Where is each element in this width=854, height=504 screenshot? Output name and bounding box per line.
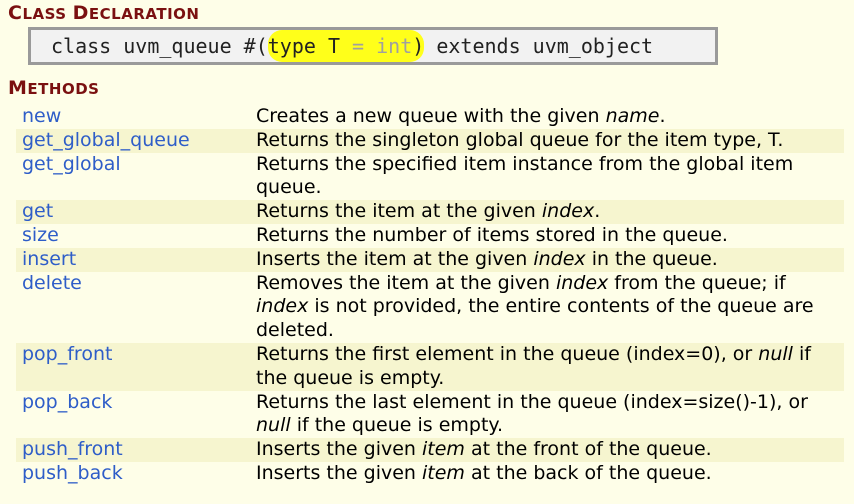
method-link-get-global[interactable]: get_global: [16, 153, 256, 201]
method-description: Inserts the given item at the front of t…: [256, 438, 712, 461]
method-link-size[interactable]: size: [16, 224, 256, 248]
method-row-delete: delete Removes the item at the given inde…: [16, 272, 844, 343]
method-description: Returns the item at the given index.: [256, 200, 601, 223]
method-description: Returns the number of items stored in th…: [256, 223, 728, 246]
method-description: Creates a new queue with the given name.: [256, 105, 666, 127]
method-description: Returns the first element in the queue (…: [256, 342, 811, 389]
type-keyword: type T: [267, 34, 340, 58]
method-link-push-back[interactable]: push_back: [16, 462, 256, 486]
method-link-get-global-queue[interactable]: get_global_queue: [16, 129, 256, 153]
method-link-push-front[interactable]: push_front: [16, 438, 256, 462]
method-description: Removes the item at the given index from…: [256, 271, 814, 342]
method-row-pop-front: pop_front Returns the first element in th…: [16, 342, 844, 391]
decl-prefix: class uvm_queue #(: [51, 34, 268, 58]
method-row-size: size Returns the number of items stored i…: [16, 224, 844, 248]
class-declaration-heading: CLASS DECLARATION: [8, 2, 200, 24]
method-link-pop-back[interactable]: pop_back: [16, 391, 256, 439]
method-row-push-back: push_back Inserts the given item at the b…: [16, 462, 844, 486]
method-row-get: get Returns the item at the given index.: [16, 200, 844, 224]
method-row-insert: insert Inserts the item at the given inde…: [16, 247, 844, 272]
method-link-insert[interactable]: insert: [16, 248, 256, 272]
method-description: Returns the last element in the queue (i…: [256, 390, 808, 437]
type-parameter-highlight: type T = int): [267, 30, 425, 62]
method-description: Returns the singleton global queue for t…: [256, 128, 784, 151]
type-default: = int: [340, 34, 413, 58]
method-link-new[interactable]: new: [16, 105, 256, 129]
decl-close-paren: ): [412, 34, 425, 58]
method-link-pop-front[interactable]: pop_front: [16, 343, 256, 391]
method-description: Inserts the given item at the back of th…: [256, 461, 712, 484]
method-link-get[interactable]: get: [16, 200, 256, 224]
method-link-delete[interactable]: delete: [16, 272, 256, 343]
methods-table: new Creates a new queue with the given na…: [16, 105, 844, 486]
decl-suffix: extends uvm_object: [424, 34, 654, 58]
method-description: Inserts the item at the given index in t…: [256, 247, 718, 270]
method-row-get-global: get_global Returns the specified item ins…: [16, 153, 844, 201]
method-row-pop-back: pop_back Returns the last element in the …: [16, 391, 844, 439]
method-row-get-global-queue: get_global_queue Returns the singleton gl…: [16, 128, 844, 153]
class-declaration-code: class uvm_queue #(type T = int) extends …: [28, 27, 718, 65]
methods-heading: METHODS: [8, 77, 100, 99]
method-description: Returns the specified item instance from…: [256, 152, 794, 199]
method-row-push-front: push_front Inserts the given item at the …: [16, 438, 844, 462]
method-row-new: new Creates a new queue with the given na…: [16, 105, 844, 129]
